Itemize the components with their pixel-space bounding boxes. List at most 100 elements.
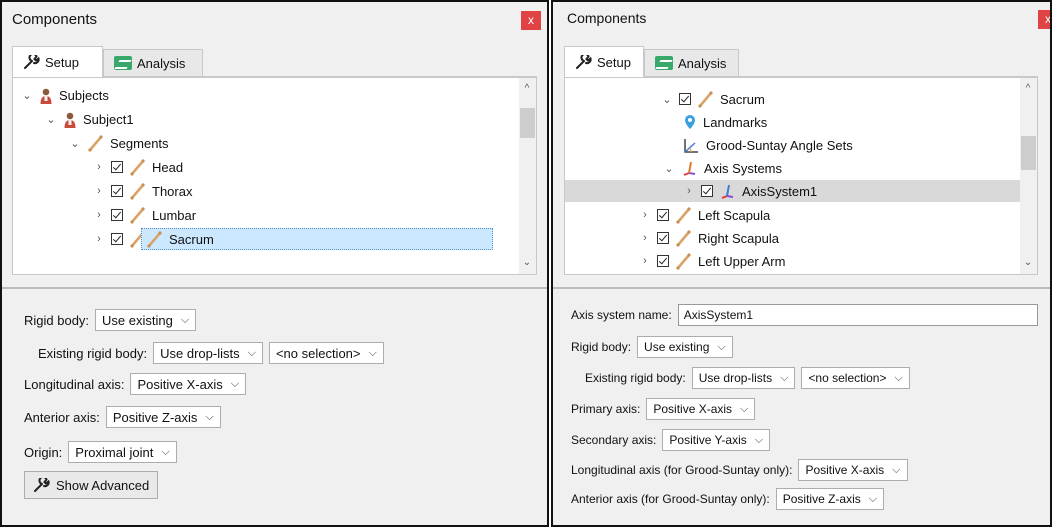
checkbox[interactable] xyxy=(657,232,669,244)
tree-item-left-scapula[interactable]: › Left Scapula xyxy=(639,204,770,226)
show-advanced-button[interactable]: Show Advanced xyxy=(24,471,159,499)
chevron-down-icon: ⌵ xyxy=(247,346,256,359)
tree-item-head[interactable]: › Head xyxy=(93,156,183,178)
rigid-body-selection-select[interactable]: <no selection> ⌵ xyxy=(801,367,910,389)
chevron-down-icon[interactable]: ⌄ xyxy=(661,93,673,106)
select-value: Positive Y-axis xyxy=(669,433,747,447)
checkbox[interactable] xyxy=(111,209,123,221)
select-value: Positive Z-axis xyxy=(782,492,861,506)
chevron-right-icon[interactable]: › xyxy=(683,185,695,197)
field-label: Origin: xyxy=(24,444,63,460)
tree-item-landmarks[interactable]: Landmarks xyxy=(683,111,767,133)
anterior-gs-select[interactable]: Positive Z-axis ⌵ xyxy=(775,488,885,510)
existing-rigid-body-row: Existing rigid body: Use drop-lists ⌵ <no… xyxy=(585,367,910,389)
analysis-icon xyxy=(655,56,673,70)
select-value: <no selection> xyxy=(808,371,887,385)
tree-item-right-scapula[interactable]: › Right Scapula xyxy=(639,227,779,249)
select-value: Positive X-axis xyxy=(805,463,885,477)
tree-label: AxisSystem1 xyxy=(742,183,818,199)
field-label: Axis system name: xyxy=(571,308,672,322)
chevron-right-icon[interactable]: › xyxy=(93,233,105,245)
chevron-right-icon[interactable]: › xyxy=(639,255,651,267)
checkbox[interactable] xyxy=(111,185,123,197)
field-label: Secondary axis: xyxy=(571,433,657,447)
bone-icon xyxy=(129,206,146,224)
secondary-axis-select[interactable]: Positive Y-axis ⌵ xyxy=(662,429,771,451)
axis-name-input[interactable]: AxisSystem1 xyxy=(677,304,1038,326)
component-tree[interactable]: ⌄ Subjects ⌄ Subject1 ⌄ Segments › Head … xyxy=(12,77,537,275)
tree-item-segments[interactable]: ⌄ Segments xyxy=(69,132,169,154)
chevron-down-icon: ⌵ xyxy=(205,410,214,423)
field-label: Longitudinal axis (for Grood-Suntay only… xyxy=(571,463,793,477)
component-tree[interactable]: ⌄ Sacrum Landmarks Grood-Suntay Angle Se… xyxy=(564,77,1038,275)
chevron-down-icon: ⌵ xyxy=(230,377,240,390)
checkbox[interactable] xyxy=(657,209,669,221)
bone-icon xyxy=(675,252,692,270)
close-button[interactable]: x xyxy=(521,11,541,30)
select-value: Use existing xyxy=(102,312,173,328)
tree-item-axis-systems[interactable]: ⌄ Axis Systems xyxy=(664,157,782,179)
secondary-axis-row: Secondary axis: Positive Y-axis ⌵ xyxy=(571,429,771,451)
tree-item-left-upper-arm[interactable]: › Left Upper Arm xyxy=(639,250,785,272)
tab-setup[interactable]: Setup xyxy=(12,46,103,77)
anterior-axis-select[interactable]: Positive Z-axis ⌵ xyxy=(105,406,221,428)
chevron-right-icon[interactable]: › xyxy=(93,185,105,197)
chevron-down-icon[interactable]: ⌄ xyxy=(69,137,81,150)
scroll-up-icon[interactable]: ^ xyxy=(522,84,532,94)
existing-rigid-body-select[interactable]: Use drop-lists ⌵ xyxy=(153,342,263,364)
chevron-right-icon[interactable]: › xyxy=(93,161,105,173)
tree-scrollbar[interactable]: ^ ⌄ xyxy=(1020,78,1037,274)
rigid-body-select[interactable]: Use existing ⌵ xyxy=(95,309,197,331)
select-value: Proximal joint xyxy=(75,444,154,460)
chevron-down-icon[interactable]: ⌄ xyxy=(663,162,675,175)
right-components-panel: Components x Setup Analysis ⌄ Sacrum Lan… xyxy=(551,0,1052,527)
tree-item-lumbar[interactable]: › Lumbar xyxy=(93,204,196,226)
existing-rigid-body-select[interactable]: Use drop-lists ⌵ xyxy=(691,367,796,389)
tab-analysis[interactable]: Analysis xyxy=(103,49,203,76)
checkbox[interactable] xyxy=(111,233,123,245)
rigid-body-selection-select[interactable]: <no selection> ⌵ xyxy=(268,342,384,364)
chevron-down-icon: ⌵ xyxy=(892,463,901,476)
tree-label: Subject1 xyxy=(83,111,134,127)
longitudinal-axis-select[interactable]: Positive X-axis ⌵ xyxy=(130,373,247,395)
longitudinal-axis-row: Longitudinal axis: Positive X-axis ⌵ xyxy=(24,373,247,395)
checkbox[interactable] xyxy=(701,185,713,197)
tree-scrollbar[interactable]: ^ ⌄ xyxy=(519,78,536,274)
rigid-body-select[interactable]: Use existing ⌵ xyxy=(637,336,733,358)
selected-tree-item[interactable]: Sacrum xyxy=(141,228,493,250)
origin-select[interactable]: Proximal joint ⌵ xyxy=(68,441,177,463)
tree-item-subject1[interactable]: ⌄ Subject1 xyxy=(45,108,134,130)
tree-item-sacrum[interactable]: ⌄ Sacrum xyxy=(661,88,765,110)
tab-setup[interactable]: Setup xyxy=(564,46,644,77)
panel-title: Components xyxy=(567,10,647,26)
checkbox[interactable] xyxy=(679,93,691,105)
chevron-down-icon[interactable]: ⌄ xyxy=(21,89,33,102)
chevron-down-icon: ⌵ xyxy=(780,371,789,384)
scroll-thumb[interactable] xyxy=(1021,136,1036,170)
tab-analysis[interactable]: Analysis xyxy=(644,49,739,76)
chevron-right-icon[interactable]: › xyxy=(93,209,105,221)
titlebar: Components x xyxy=(2,2,547,38)
close-button[interactable]: x xyxy=(1038,10,1050,29)
splitter[interactable] xyxy=(553,287,1050,289)
select-value: <no selection> xyxy=(275,345,361,361)
scroll-up-icon[interactable]: ^ xyxy=(1023,84,1033,94)
chevron-down-icon[interactable]: ⌄ xyxy=(45,113,57,126)
checkbox[interactable] xyxy=(657,255,669,267)
tab-label: Setup xyxy=(597,54,631,70)
tree-item-subjects[interactable]: ⌄ Subjects xyxy=(21,84,109,106)
checkbox[interactable] xyxy=(111,161,123,173)
tree-label: Head xyxy=(152,159,184,175)
tree-item-thorax[interactable]: › Thorax xyxy=(93,180,192,202)
chevron-right-icon[interactable]: › xyxy=(639,232,651,244)
scroll-thumb[interactable] xyxy=(520,108,535,138)
primary-axis-select[interactable]: Positive X-axis ⌵ xyxy=(646,398,756,420)
scroll-down-icon[interactable]: ⌄ xyxy=(1023,258,1033,268)
splitter[interactable] xyxy=(2,287,547,289)
bone-icon xyxy=(87,134,104,152)
tree-item-axissystem1[interactable]: › AxisSystem1 xyxy=(565,180,1023,202)
longitudinal-gs-select[interactable]: Positive X-axis ⌵ xyxy=(798,459,908,481)
chevron-right-icon[interactable]: › xyxy=(639,209,651,221)
tree-item-angle-sets[interactable]: Grood-Suntay Angle Sets xyxy=(683,134,853,156)
scroll-down-icon[interactable]: ⌄ xyxy=(522,258,532,268)
